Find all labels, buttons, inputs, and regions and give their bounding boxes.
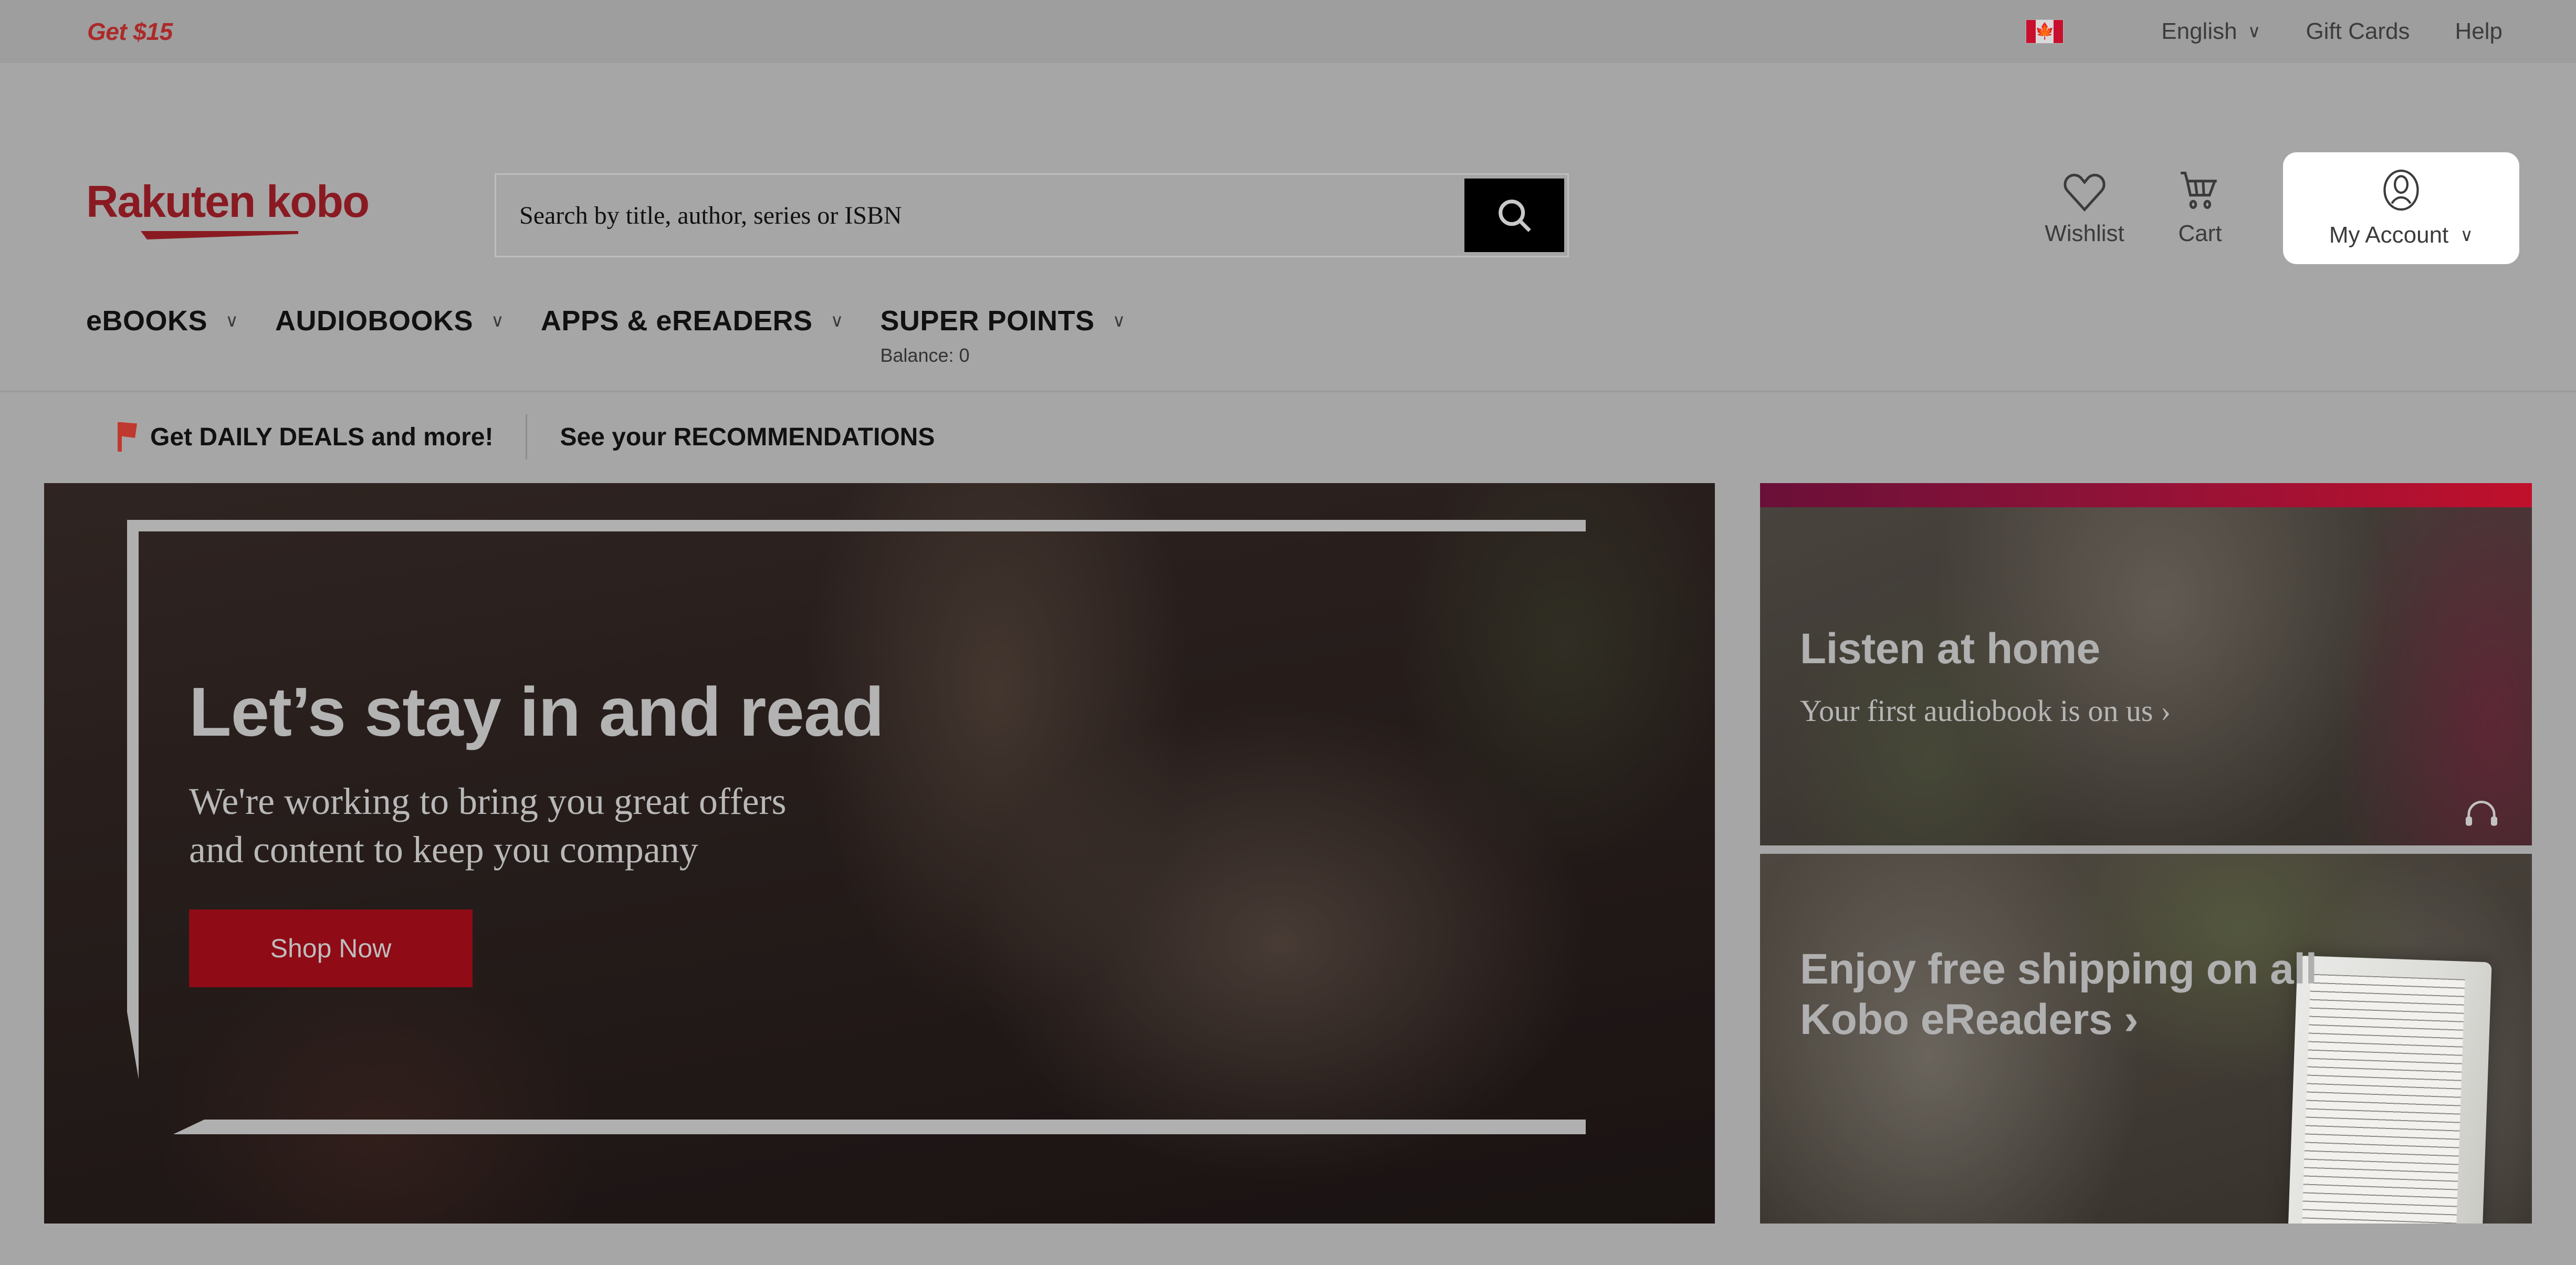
account-actions: Wishlist Cart My Account ∨ bbox=[2027, 152, 2519, 264]
hero-frame-left-edge bbox=[127, 520, 139, 1079]
wishlist-label: Wishlist bbox=[2045, 221, 2124, 246]
canada-flag-icon[interactable]: 🍁 bbox=[2026, 19, 2064, 44]
language-label: English bbox=[2161, 18, 2237, 44]
promo-links-group: Get DAILY DEALS and more! See your RECOM… bbox=[118, 414, 935, 459]
nav-item-apps-ereaders[interactable]: APPS & eREADERS ∨ bbox=[541, 305, 844, 337]
nav-label: eBOOKS bbox=[86, 305, 208, 337]
chevron-down-icon: ∨ bbox=[1112, 311, 1126, 331]
hero-subtitle: We're working to bring you great offers … bbox=[189, 780, 787, 871]
chevron-down-icon: ∨ bbox=[2247, 22, 2261, 41]
daily-deals-link[interactable]: Get DAILY DEALS and more! bbox=[150, 423, 493, 452]
hero-banner[interactable]: Let’s stay in and read We're working to … bbox=[44, 483, 1715, 1224]
promo-bar: Get DAILY DEALS and more! See your RECOM… bbox=[0, 392, 2576, 482]
promo-tile-free-shipping[interactable]: Enjoy free shipping on all Kobo eReaders… bbox=[1760, 854, 2532, 1224]
hero-row: Let’s stay in and read We're working to … bbox=[0, 483, 2576, 1224]
rakuten-kobo-logo[interactable]: Rakuten kobo bbox=[86, 180, 370, 224]
shop-now-button[interactable]: Shop Now bbox=[189, 909, 473, 988]
my-account-label: My Account bbox=[2329, 222, 2449, 248]
language-selector[interactable]: English ∨ bbox=[2161, 18, 2260, 45]
cart-button[interactable]: Cart bbox=[2142, 152, 2258, 247]
recommendations-link[interactable]: See your RECOMMENDATIONS bbox=[560, 423, 935, 452]
maple-leaf-glyph: 🍁 bbox=[2035, 23, 2055, 40]
hero-frame-top-edge bbox=[127, 520, 1586, 531]
nav-label: APPS & eREADERS bbox=[540, 305, 813, 337]
my-account-row: My Account ∨ bbox=[2283, 222, 2519, 248]
search-button[interactable] bbox=[1464, 179, 1564, 252]
hero-content: Let’s stay in and read We're working to … bbox=[189, 673, 1187, 988]
logo-underline-swoosh bbox=[141, 231, 298, 239]
nav-label: AUDIOBOOKS bbox=[275, 305, 473, 337]
chevron-down-icon: ∨ bbox=[225, 311, 238, 331]
wishlist-button[interactable]: Wishlist bbox=[2027, 152, 2142, 247]
site-header: Rakuten kobo Wishlist bbox=[0, 63, 2576, 391]
nav-item-audiobooks[interactable]: AUDIOBOOKS ∨ bbox=[275, 305, 504, 337]
promo-tile-listen-at-home[interactable]: Listen at home Your first audiobook is o… bbox=[1760, 483, 2532, 845]
headphones-icon bbox=[2465, 800, 2498, 826]
tile-subtitle: Your first audiobook is on us › bbox=[1800, 693, 2171, 728]
hero-frame-bottom-edge bbox=[173, 1120, 1586, 1134]
search-bar bbox=[495, 173, 1569, 257]
nav-label: SUPER POINTS bbox=[880, 305, 1095, 337]
my-account-button[interactable]: My Account ∨ bbox=[2283, 152, 2519, 264]
nav-item-ebooks[interactable]: eBOOKS ∨ bbox=[86, 305, 238, 337]
chevron-down-icon: ∨ bbox=[2460, 225, 2474, 245]
promo-divider bbox=[526, 414, 528, 459]
utility-bar: Get $15 🍁 English ∨ Gift Cards Help bbox=[0, 0, 2576, 63]
tile-accent-gradient-bar bbox=[1760, 483, 2532, 507]
main-navigation: eBOOKS ∨ AUDIOBOOKS ∨ APPS & eREADERS ∨ … bbox=[86, 305, 1162, 367]
hero-title: Let’s stay in and read bbox=[189, 673, 884, 750]
nav-item-super-points[interactable]: SUPER POINTS ∨ Balance: 0 bbox=[880, 305, 1125, 367]
utility-bar-right-group: 🍁 English ∨ Gift Cards Help bbox=[2026, 18, 2502, 45]
chevron-down-icon: ∨ bbox=[490, 311, 504, 331]
user-avatar-icon bbox=[2283, 164, 2519, 219]
tile-title: Listen at home bbox=[1800, 625, 2100, 673]
heart-icon bbox=[2027, 164, 2142, 218]
super-points-balance: Balance: 0 bbox=[880, 344, 970, 366]
page-bottom-area bbox=[0, 1224, 2576, 1265]
tile-title: Enjoy free shipping on all Kobo eReaders… bbox=[1800, 945, 2317, 1043]
tile-text-group: Enjoy free shipping on all Kobo eReaders… bbox=[1800, 944, 2388, 1045]
get-15-promo-link[interactable]: Get $15 bbox=[87, 17, 173, 46]
chevron-down-icon: ∨ bbox=[830, 311, 844, 331]
red-flag-icon bbox=[118, 422, 137, 452]
help-link[interactable]: Help bbox=[2455, 18, 2503, 45]
gift-cards-link[interactable]: Gift Cards bbox=[2306, 18, 2410, 45]
search-icon bbox=[1499, 200, 1531, 232]
cart-label: Cart bbox=[2178, 221, 2222, 246]
tile-text-group: Listen at home Your first audiobook is o… bbox=[1800, 624, 2388, 728]
search-input[interactable] bbox=[496, 175, 1410, 256]
shopping-cart-icon bbox=[2142, 164, 2258, 218]
